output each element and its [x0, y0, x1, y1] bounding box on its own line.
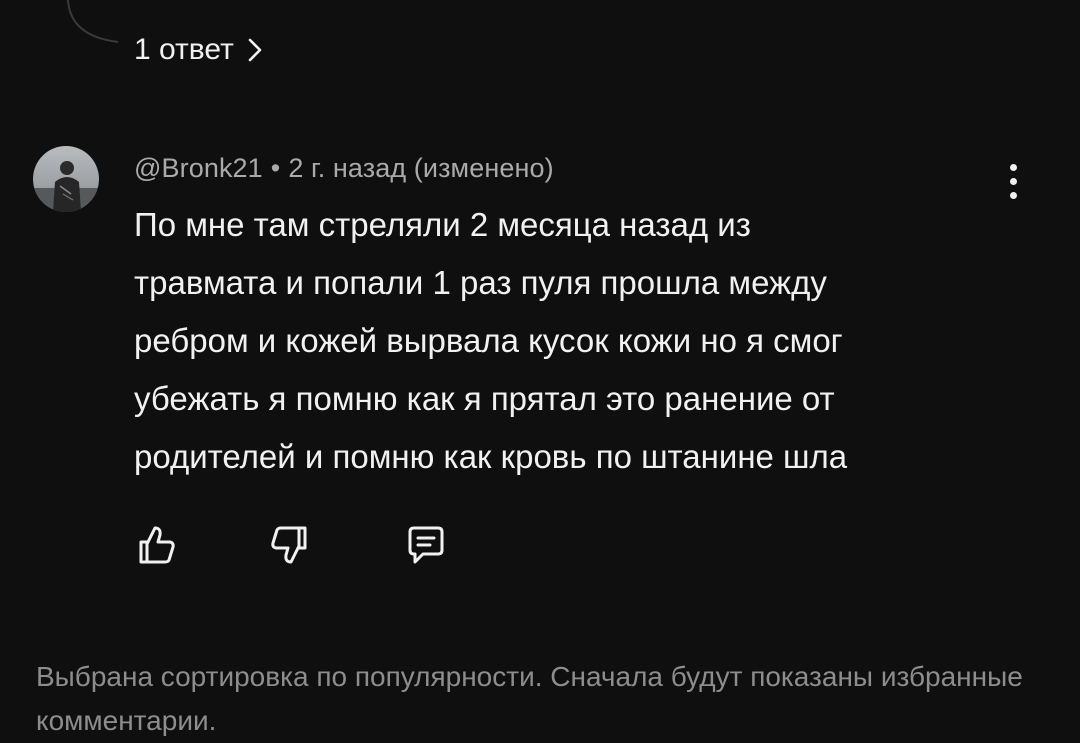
thumb-up-icon: [139, 526, 175, 564]
kebab-dot: [1009, 177, 1017, 185]
comment-line: По мне там стреляли 2 месяца назад из: [134, 206, 751, 243]
view-replies-link[interactable]: 1 ответ: [134, 30, 266, 70]
kebab-dot: [1009, 163, 1017, 171]
meta-separator: •: [270, 153, 281, 183]
comment-line: родителей и помню как кровь по штанине ш…: [134, 438, 848, 475]
reply-button[interactable]: [398, 517, 454, 573]
thread-connector-line: [67, 0, 119, 43]
like-button[interactable]: [128, 517, 184, 573]
comment-actions: [128, 515, 454, 575]
comment-timestamp: 2 г. назад (изменено): [288, 153, 554, 183]
sort-notice: Выбрана сортировка по популярности. Снач…: [36, 661, 1023, 736]
thumb-down-icon: [271, 526, 307, 564]
chevron-right-icon: [248, 38, 262, 62]
avatar-image: [33, 146, 99, 212]
comment-text: По мне там стреляли 2 месяца назад из тр…: [134, 196, 1014, 486]
reply-icon: [408, 526, 444, 564]
comment-line: убежать я помню как я прятал это ранение…: [134, 380, 835, 417]
comment-line: травмата и попали 1 раз пуля прошла межд…: [134, 264, 827, 301]
comment-header: @Bronk21 • 2 г. назад (изменено): [134, 153, 554, 184]
avatar[interactable]: [33, 146, 99, 212]
dislike-button[interactable]: [262, 517, 318, 573]
comment-line: ребром и кожей вырвала кусок кожи но я с…: [134, 322, 843, 359]
replies-count-label: 1 ответ: [134, 33, 234, 66]
author-handle[interactable]: @Bronk21: [134, 153, 263, 184]
